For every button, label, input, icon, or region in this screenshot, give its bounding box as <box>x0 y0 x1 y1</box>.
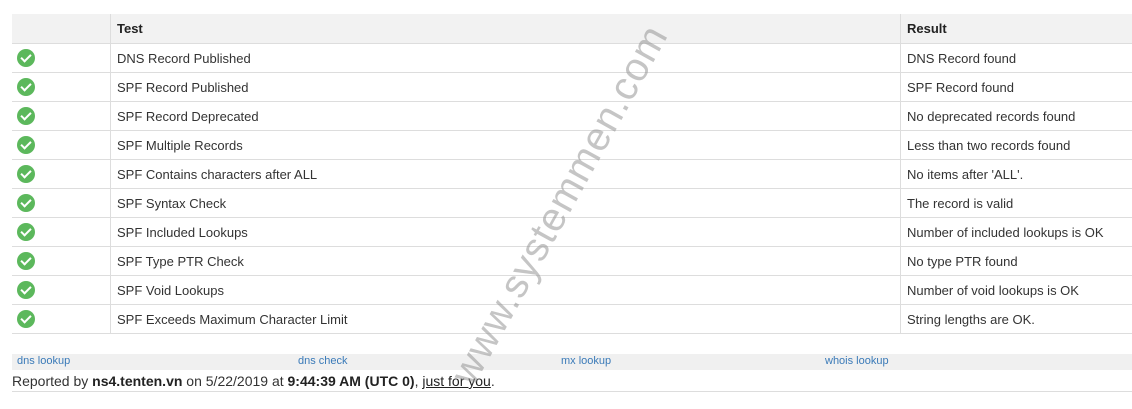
check-circle-icon <box>17 78 35 96</box>
report-prefix: Reported by <box>12 373 93 389</box>
status-cell <box>12 43 111 73</box>
result-cell: DNS Record found <box>900 43 1132 73</box>
check-circle-icon <box>17 165 35 183</box>
result-cell: SPF Record found <box>900 72 1132 102</box>
result-cell: The record is valid <box>900 188 1132 218</box>
check-circle-icon <box>17 136 35 154</box>
status-cell <box>12 304 111 334</box>
test-cell: SPF Record Published <box>110 72 901 102</box>
test-cell: SPF Included Lookups <box>110 217 901 247</box>
dns-lookup-link[interactable]: dns lookup <box>17 355 70 367</box>
table-row: SPF Contains characters after ALL No item… <box>12 159 1132 189</box>
status-cell <box>12 275 111 305</box>
result-cell: Number of included lookups is OK <box>900 217 1132 247</box>
result-cell: Less than two records found <box>900 130 1132 160</box>
table-row: SPF Type PTR Check No type PTR found <box>12 246 1132 276</box>
status-cell <box>12 217 111 247</box>
report-server: ns4.tenten.vn <box>92 373 183 389</box>
test-cell: SPF Void Lookups <box>110 275 901 305</box>
status-cell <box>12 188 111 218</box>
report-suffix: . <box>490 373 495 389</box>
report-line: Reported by ns4.tenten.vn on 5/22/2019 a… <box>12 373 1132 392</box>
just-for-you-link[interactable]: just for you <box>422 373 490 389</box>
status-cell <box>12 101 111 131</box>
status-cell <box>12 159 111 189</box>
result-cell: String lengths are OK. <box>900 304 1132 334</box>
test-cell: SPF Multiple Records <box>110 130 901 160</box>
report-date: on 5/22/2019 at <box>182 373 288 389</box>
check-circle-icon <box>17 252 35 270</box>
results-table: Test Result DNS Record Published DNS Reco… <box>12 14 1132 334</box>
result-cell: No deprecated records found <box>900 101 1132 131</box>
result-cell: No type PTR found <box>900 246 1132 276</box>
tools-bar: dns lookup dns check mx lookup whois loo… <box>12 354 1132 370</box>
check-circle-icon <box>17 223 35 241</box>
table-row: SPF Multiple Records Less than two record… <box>12 130 1132 160</box>
table-row: SPF Void Lookups Number of void lookups i… <box>12 275 1132 305</box>
test-cell: SPF Contains characters after ALL <box>110 159 901 189</box>
test-cell: SPF Syntax Check <box>110 188 901 218</box>
table-row: SPF Record Published SPF Record found <box>12 72 1132 102</box>
check-circle-icon <box>17 281 35 299</box>
status-cell <box>12 246 111 276</box>
check-circle-icon <box>17 49 35 67</box>
table-header-row: Test Result <box>12 14 1132 44</box>
dns-check-link[interactable]: dns check <box>298 355 348 367</box>
status-cell <box>12 72 111 102</box>
table-row: DNS Record Published DNS Record found <box>12 43 1132 73</box>
test-cell: SPF Record Deprecated <box>110 101 901 131</box>
column-header-test: Test <box>110 14 901 44</box>
test-cell: SPF Type PTR Check <box>110 246 901 276</box>
check-circle-icon <box>17 107 35 125</box>
table-row: SPF Exceeds Maximum Character Limit Strin… <box>12 304 1132 334</box>
status-cell <box>12 130 111 160</box>
test-cell: SPF Exceeds Maximum Character Limit <box>110 304 901 334</box>
result-cell: No items after 'ALL'. <box>900 159 1132 189</box>
whois-lookup-link[interactable]: whois lookup <box>825 355 889 367</box>
report-time: 9:44:39 AM (UTC 0) <box>287 373 415 389</box>
column-header-result: Result <box>900 14 1132 44</box>
check-circle-icon <box>17 310 35 328</box>
result-cell: Number of void lookups is OK <box>900 275 1132 305</box>
table-row: SPF Included Lookups Number of included l… <box>12 217 1132 247</box>
test-cell: DNS Record Published <box>110 43 901 73</box>
check-circle-icon <box>17 194 35 212</box>
column-header-status <box>12 14 111 44</box>
table-row: SPF Record Deprecated No deprecated recor… <box>12 101 1132 131</box>
table-row: SPF Syntax Check The record is valid <box>12 188 1132 218</box>
mx-lookup-link[interactable]: mx lookup <box>561 355 611 367</box>
